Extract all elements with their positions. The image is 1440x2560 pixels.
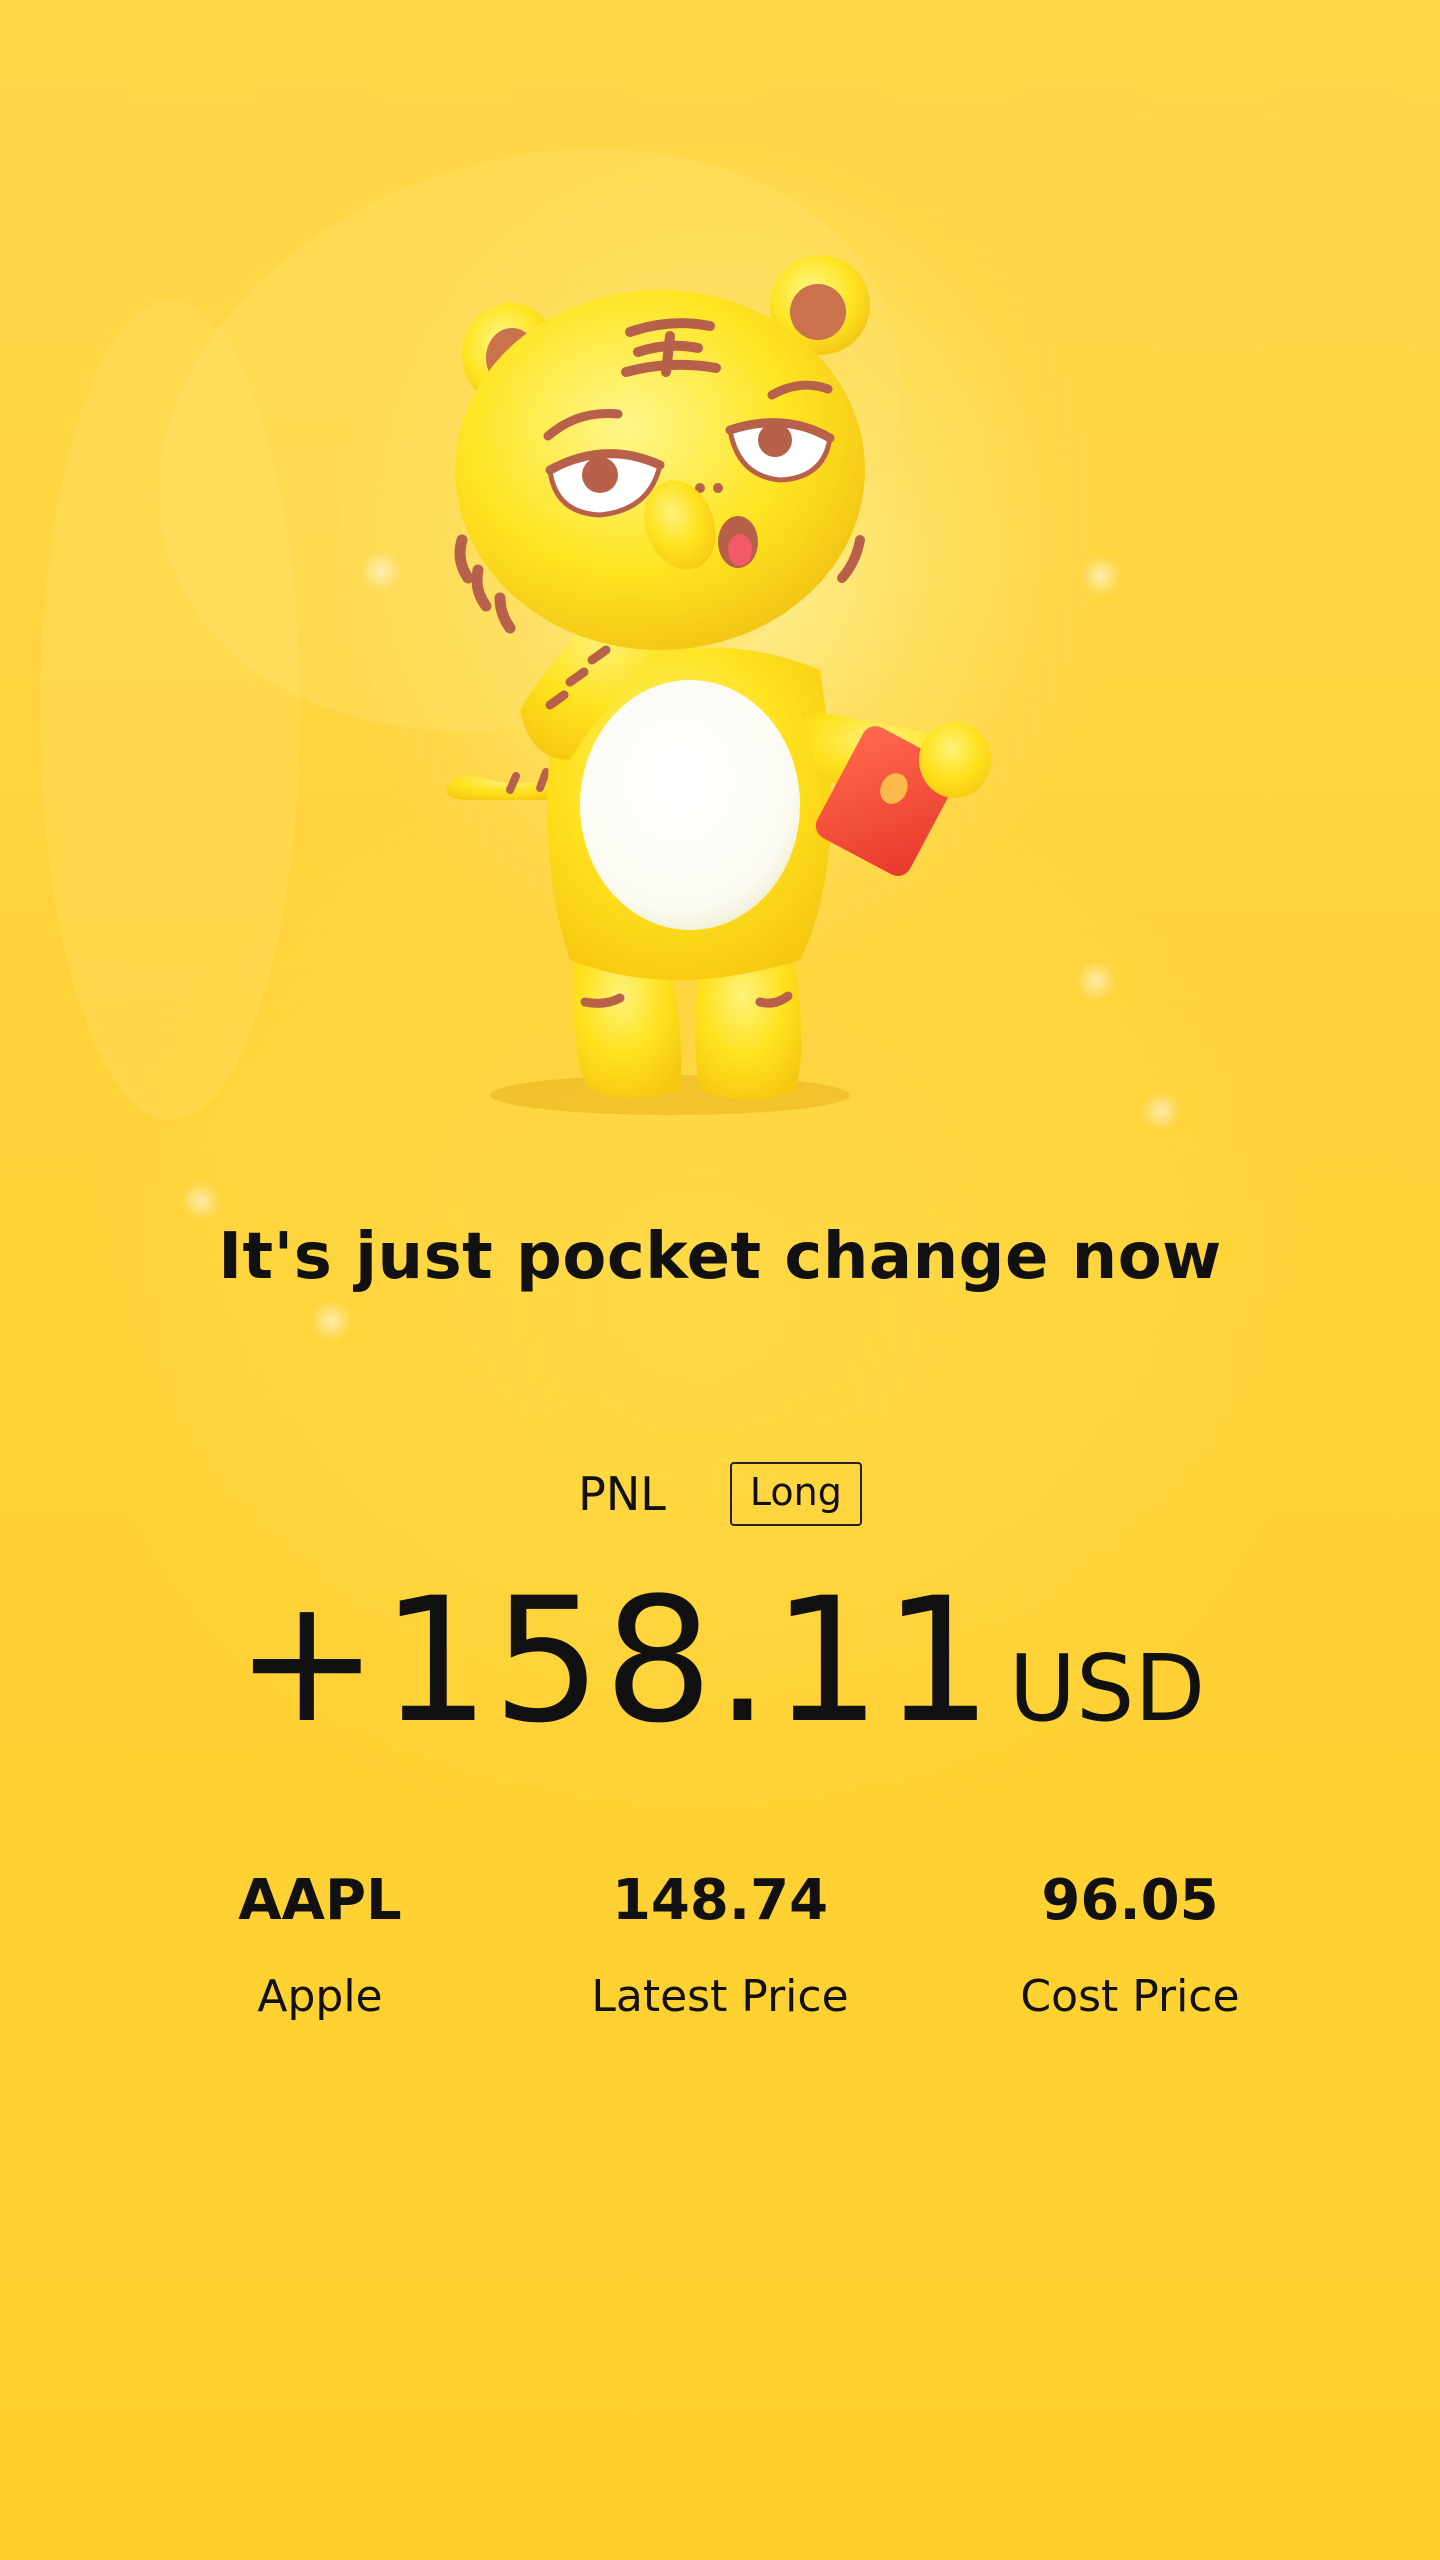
latest-price-value: 148.74 [611, 1868, 829, 1933]
pnl-header: PNL Long [0, 1462, 1440, 1526]
stat-symbol: AAPL Apple [120, 1868, 520, 2022]
tagline: It's just pocket change now [218, 1220, 1222, 1294]
sparkle [360, 550, 402, 592]
sparkle [180, 1180, 222, 1222]
stock-symbol: AAPL [238, 1868, 402, 1933]
tiger-mascot-icon [446, 255, 991, 1115]
stat-latest-price: 148.74 Latest Price [520, 1868, 920, 2022]
sparkle [1140, 1090, 1182, 1132]
sparkle [1075, 960, 1117, 1002]
latest-price-label: Latest Price [591, 1971, 849, 2022]
pnl-currency: USD [1008, 1635, 1206, 1742]
pnl-amount: +158.11 [234, 1560, 995, 1761]
stat-cost-price: 96.05 Cost Price [930, 1868, 1330, 2022]
pnl-label: PNL [578, 1466, 666, 1521]
background-blob [40, 300, 300, 1120]
pnl-value: +158.11 USD [0, 1575, 1440, 1747]
sparkle [310, 1300, 352, 1342]
stock-name: Apple [257, 1971, 383, 2022]
position-direction-badge: Long [729, 1462, 862, 1526]
cost-price-value: 96.05 [1041, 1868, 1219, 1933]
cost-price-label: Cost Price [1020, 1971, 1240, 2022]
sparkle [1080, 555, 1122, 597]
